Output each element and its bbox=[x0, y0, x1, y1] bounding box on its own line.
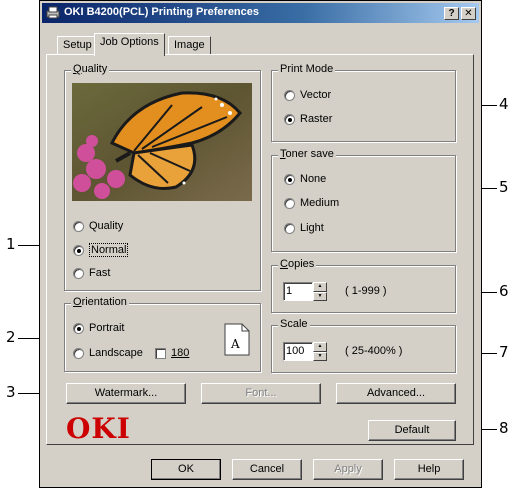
rotate-180-check[interactable] bbox=[155, 347, 166, 359]
advanced-button[interactable]: Advanced... bbox=[336, 383, 456, 404]
print-mode-group-label: Print Mode bbox=[278, 63, 336, 75]
copies-range: ( 1-999 ) bbox=[345, 285, 387, 297]
toner-save-light[interactable]: Light bbox=[284, 222, 324, 234]
help-title-button[interactable]: ? bbox=[444, 7, 459, 20]
help-label: Help bbox=[417, 463, 441, 475]
rotate-180-label: 180 bbox=[171, 347, 190, 359]
printer-icon bbox=[46, 6, 60, 19]
callout-7: 7 bbox=[499, 343, 509, 361]
watermark-label: Watermark... bbox=[94, 387, 158, 399]
tab-image[interactable]: Image bbox=[168, 36, 211, 55]
copies-group-label: Copies bbox=[278, 258, 317, 270]
raster-label: Raster bbox=[300, 113, 333, 125]
scale-down-arrow-icon[interactable]: ▼ bbox=[313, 351, 327, 361]
copies-input[interactable]: 1 bbox=[283, 282, 313, 301]
font-label: Font... bbox=[245, 387, 277, 399]
toner-save-group-label: Toner save bbox=[278, 148, 336, 160]
toner-save-medium[interactable]: Medium bbox=[284, 197, 339, 209]
raster-radio[interactable] bbox=[284, 113, 295, 125]
quality-option-quality[interactable]: Quality bbox=[73, 220, 123, 232]
close-icon: ✕ bbox=[464, 8, 473, 19]
callout-4: 4 bbox=[499, 95, 509, 113]
tab-job-options-label: Job Options bbox=[100, 36, 159, 48]
none-radio[interactable] bbox=[284, 173, 295, 185]
callout-1: 1 bbox=[6, 235, 16, 253]
rotate-180-checkbox[interactable]: 180 bbox=[155, 347, 189, 359]
default-button[interactable]: Default bbox=[368, 420, 456, 441]
window-title: OKI B4200(PCL) Printing Preferences bbox=[64, 6, 260, 18]
quality-option-label: Quality bbox=[89, 220, 124, 232]
butterfly-preview-image bbox=[72, 83, 252, 201]
quality-option-fast[interactable]: Fast bbox=[73, 267, 110, 279]
default-label: Default bbox=[394, 424, 430, 436]
landscape-label: Landscape bbox=[89, 347, 143, 359]
scale-spinner[interactable]: 100 ▲ ▼ bbox=[283, 342, 327, 361]
light-label: Light bbox=[300, 222, 324, 234]
scale-group-label: Scale bbox=[278, 318, 310, 330]
font-button[interactable]: Font... bbox=[201, 383, 321, 404]
scale-range: ( 25-400% ) bbox=[345, 345, 403, 357]
orientation-portrait[interactable]: Portrait bbox=[73, 322, 124, 334]
scale-input[interactable]: 100 bbox=[283, 342, 313, 361]
orientation-group-label: Orientation bbox=[71, 296, 129, 308]
normal-option-label: Normal bbox=[89, 243, 129, 257]
landscape-radio[interactable] bbox=[73, 347, 84, 359]
quality-radio[interactable] bbox=[73, 220, 84, 232]
tab-setup-label: Setup bbox=[63, 39, 92, 51]
copies-up-arrow-icon[interactable]: ▲ bbox=[313, 282, 327, 292]
apply-button[interactable]: Apply bbox=[313, 459, 383, 480]
cancel-button[interactable]: Cancel bbox=[232, 459, 302, 480]
normal-radio[interactable] bbox=[73, 244, 84, 256]
ok-button[interactable]: OK bbox=[151, 459, 221, 480]
portrait-label: Portrait bbox=[89, 322, 125, 334]
copies-down-arrow-icon[interactable]: ▼ bbox=[313, 291, 327, 301]
title-bar[interactable]: OKI B4200(PCL) Printing Preferences ? ✕ bbox=[42, 3, 479, 23]
print-mode-raster[interactable]: Raster bbox=[284, 113, 332, 125]
orientation-landscape[interactable]: Landscape bbox=[73, 347, 143, 359]
page-icon-letter: A bbox=[231, 337, 240, 351]
none-label: None bbox=[300, 173, 327, 185]
scale-up-arrow-icon[interactable]: ▲ bbox=[313, 342, 327, 352]
watermark-button[interactable]: Watermark... bbox=[66, 383, 186, 404]
close-button[interactable]: ✕ bbox=[461, 7, 476, 20]
fast-radio[interactable] bbox=[73, 267, 84, 279]
fast-option-label: Fast bbox=[89, 267, 111, 279]
callout-2: 2 bbox=[6, 328, 16, 346]
tab-job-options[interactable]: Job Options bbox=[94, 33, 165, 56]
oki-logo: OKI bbox=[66, 412, 131, 445]
tab-setup[interactable]: Setup bbox=[57, 36, 98, 55]
callout-6: 6 bbox=[499, 282, 509, 300]
copies-spinner[interactable]: 1 ▲ ▼ bbox=[283, 282, 327, 301]
callout-8: 8 bbox=[499, 419, 509, 437]
vector-label: Vector bbox=[300, 89, 332, 101]
callout-5: 5 bbox=[499, 178, 509, 196]
callout-3: 3 bbox=[6, 383, 16, 401]
quality-option-normal[interactable]: Normal bbox=[73, 243, 129, 257]
medium-label: Medium bbox=[300, 197, 340, 209]
advanced-label: Advanced... bbox=[366, 387, 426, 399]
cancel-label: Cancel bbox=[249, 463, 285, 475]
help-button[interactable]: Help bbox=[394, 459, 464, 480]
tab-image-label: Image bbox=[174, 39, 205, 51]
medium-radio[interactable] bbox=[284, 197, 295, 209]
print-mode-vector[interactable]: Vector bbox=[284, 89, 331, 101]
vector-radio[interactable] bbox=[284, 89, 295, 101]
ok-label: OK bbox=[178, 463, 194, 475]
quality-group-label: Quality bbox=[71, 63, 110, 75]
toner-save-none[interactable]: None bbox=[284, 173, 326, 185]
portrait-radio[interactable] bbox=[73, 322, 84, 334]
light-radio[interactable] bbox=[284, 222, 295, 234]
apply-label: Apply bbox=[334, 463, 362, 475]
print-mode-group: Print Mode bbox=[271, 63, 456, 142]
